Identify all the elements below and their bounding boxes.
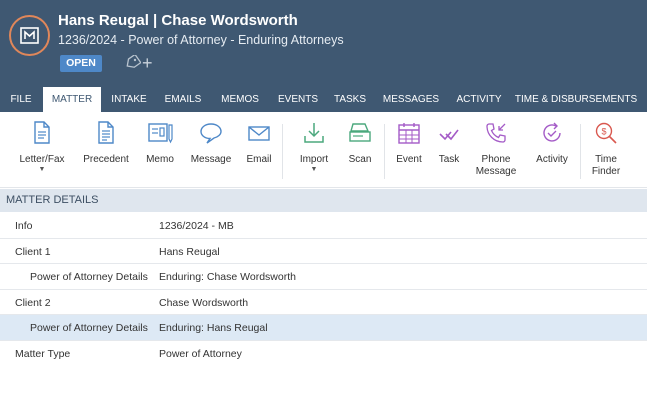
detail-label: Info: [15, 220, 33, 232]
memo-button[interactable]: Memo: [138, 121, 182, 165]
detail-row-client-2[interactable]: Client 2 Chase Wordsworth: [0, 290, 647, 315]
tab-intake[interactable]: INTAKE: [104, 87, 154, 112]
detail-row-client-1[interactable]: Client 1 Hans Reugal: [0, 239, 647, 264]
tab-activity[interactable]: ACTIVITY: [452, 87, 506, 112]
time-finder-button[interactable]: $ Time Finder: [588, 121, 624, 177]
speech-bubble-icon: [188, 121, 234, 148]
import-icon: [292, 121, 336, 148]
phone-incoming-icon: [472, 121, 520, 148]
chevron-down-icon[interactable]: ▼: [16, 165, 68, 174]
phone-message-label-line2: Message: [475, 166, 517, 177]
time-finder-label-line1: Time: [595, 154, 617, 165]
toolbar-divider: [384, 124, 385, 179]
letter-fax-label: Letter/Fax: [19, 154, 65, 165]
matter-details-table: Info 1236/2024 - MB Client 1 Hans Reugal…: [0, 213, 647, 366]
matter-logo-icon: [9, 15, 50, 56]
detail-row-info[interactable]: Info 1236/2024 - MB: [0, 213, 647, 239]
tab-file[interactable]: FILE: [0, 87, 42, 112]
toolbar-divider: [580, 124, 581, 179]
detail-value: Power of Attorney: [159, 347, 242, 360]
activity-button[interactable]: Activity: [530, 121, 574, 165]
detail-label: Client 1: [15, 245, 51, 258]
event-label: Event: [396, 154, 422, 165]
status-badge[interactable]: OPEN: [60, 55, 102, 72]
svg-text:$: $: [601, 127, 606, 137]
import-label: Import: [299, 154, 329, 165]
chevron-down-icon[interactable]: ▼: [292, 165, 336, 174]
scan-label: Scan: [348, 154, 372, 165]
detail-row-poa-details-1[interactable]: Power of Attorney Details Enduring: Chas…: [0, 264, 647, 290]
message-button[interactable]: Message: [188, 121, 234, 165]
detail-label: Client 2: [15, 296, 51, 309]
precedent-button[interactable]: Precedent: [80, 121, 132, 165]
matter-details-header: MATTER DETAILS: [0, 189, 647, 212]
tab-matter[interactable]: MATTER: [43, 87, 101, 112]
letter-fax-button[interactable]: Letter/Fax ▼: [16, 121, 68, 174]
scan-button[interactable]: Scan: [342, 121, 378, 165]
detail-label: Power of Attorney Details: [30, 322, 148, 334]
toolbar-divider: [282, 124, 283, 179]
scanner-icon: [342, 121, 378, 148]
import-button[interactable]: Import ▼: [292, 121, 336, 174]
tab-memos[interactable]: MEMOS: [214, 87, 266, 112]
precedent-label: Precedent: [83, 154, 129, 165]
detail-label: Matter Type: [15, 347, 71, 360]
add-tag-icon[interactable]: +: [142, 54, 153, 72]
envelope-icon: [240, 121, 278, 148]
activity-refresh-check-icon: [530, 121, 574, 148]
tab-messages[interactable]: MESSAGES: [380, 87, 442, 112]
precedent-document-icon: [80, 121, 132, 148]
time-finder-search-icon: $: [588, 121, 624, 148]
message-label: Message: [190, 154, 232, 165]
task-button[interactable]: Task: [434, 121, 464, 165]
detail-value: Chase Wordsworth: [159, 296, 249, 309]
email-button[interactable]: Email: [240, 121, 278, 165]
matter-subtitle: 1236/2024 - Power of Attorney - Enduring…: [58, 33, 344, 47]
detail-row-matter-type[interactable]: Matter Type Power of Attorney: [0, 341, 647, 367]
matter-toolbar: Letter/Fax ▼ Precedent Memo Message Emai…: [0, 112, 647, 188]
calendar-icon: [391, 121, 427, 148]
tag-icon[interactable]: [125, 53, 142, 74]
task-label: Task: [438, 154, 460, 165]
detail-value: Hans Reugal: [159, 245, 220, 258]
matter-title: Hans Reugal | Chase Wordsworth: [58, 12, 298, 29]
email-label: Email: [246, 154, 272, 165]
tab-tasks[interactable]: TASKS: [330, 87, 370, 112]
memo-icon: [138, 121, 182, 148]
matter-header: Hans Reugal | Chase Wordsworth 1236/2024…: [0, 0, 647, 87]
detail-label: Power of Attorney Details: [30, 271, 148, 283]
detail-value: Enduring: Hans Reugal: [159, 322, 268, 334]
document-icon: [16, 121, 68, 148]
task-check-icon: [434, 121, 464, 148]
event-button[interactable]: Event: [391, 121, 427, 165]
tab-time-disbursements[interactable]: TIME & DISBURSEMENTS: [514, 87, 638, 112]
detail-value: 1236/2024 - MB: [159, 220, 234, 232]
tab-events[interactable]: EVENTS: [272, 87, 324, 112]
phone-message-label-line1: Phone: [481, 154, 511, 165]
detail-value: Enduring: Chase Wordsworth: [159, 271, 296, 283]
memo-label: Memo: [146, 154, 174, 165]
time-finder-label-line2: Finder: [591, 166, 621, 177]
activity-label: Activity: [536, 154, 568, 165]
detail-row-poa-details-2[interactable]: Power of Attorney Details Enduring: Hans…: [0, 315, 647, 341]
phone-message-button[interactable]: Phone Message: [472, 121, 520, 177]
matter-tabs: FILE MATTER INTAKE EMAILS MEMOS EVENTS T…: [0, 87, 647, 112]
tab-emails[interactable]: EMAILS: [158, 87, 208, 112]
